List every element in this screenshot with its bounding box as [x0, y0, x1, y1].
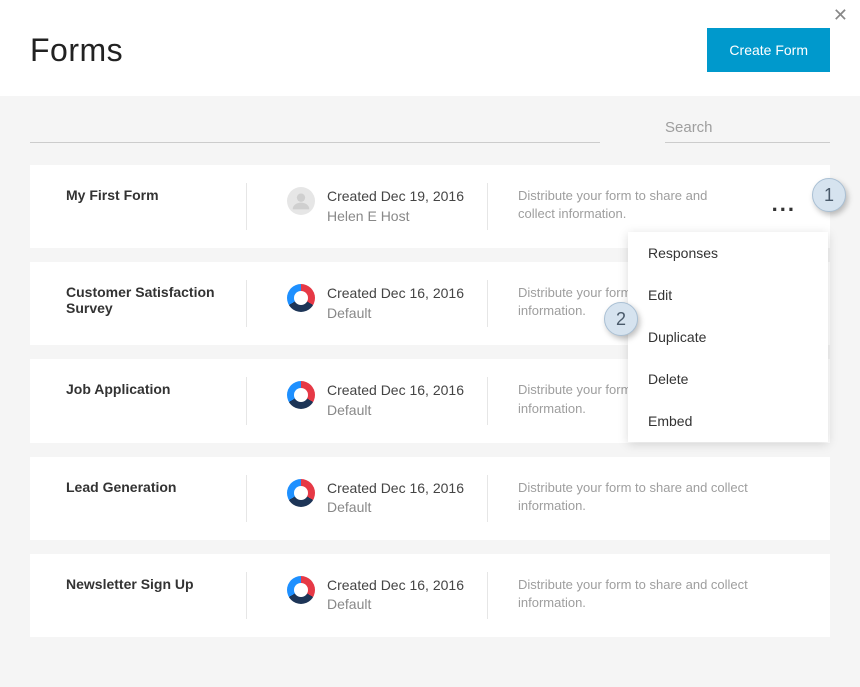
created-date: Created Dec 16, 2016	[327, 284, 464, 304]
author: Default	[327, 304, 464, 324]
menu-embed[interactable]: Embed	[628, 400, 828, 442]
form-meta: Created Dec 19, 2016 Helen E Host	[247, 187, 487, 226]
menu-delete[interactable]: Delete	[628, 358, 828, 400]
created-date: Created Dec 16, 2016	[327, 576, 464, 596]
meta-text: Created Dec 16, 2016 Default	[327, 576, 464, 615]
form-name: My First Form	[66, 187, 246, 203]
author: Default	[327, 595, 464, 615]
form-meta: Created Dec 16, 2016 Default	[247, 284, 487, 323]
table-row[interactable]: Lead Generation Created Dec 16, 2016 Def…	[30, 457, 830, 540]
author: Default	[327, 401, 464, 421]
callout-badge-2: 2	[604, 302, 638, 336]
close-icon[interactable]: ✕	[833, 6, 848, 24]
page-title: Forms	[30, 32, 123, 69]
created-date: Created Dec 16, 2016	[327, 381, 464, 401]
form-name: Newsletter Sign Up	[66, 576, 246, 592]
avatar-default-icon	[287, 381, 315, 409]
avatar-user-icon	[287, 187, 315, 215]
callout-badge-1: 1	[812, 178, 846, 212]
toolbar	[0, 96, 860, 155]
form-description: Distribute your form to share and collec…	[488, 576, 800, 612]
created-date: Created Dec 19, 2016	[327, 187, 464, 207]
form-name: Lead Generation	[66, 479, 246, 495]
row-actions-menu: Responses Edit Duplicate Delete Embed	[628, 232, 828, 442]
menu-responses[interactable]: Responses	[628, 232, 828, 274]
form-meta: Created Dec 16, 2016 Default	[247, 479, 487, 518]
filter-underline[interactable]	[30, 142, 600, 143]
form-name: Job Application	[66, 381, 246, 397]
header: Forms Create Form	[0, 0, 860, 96]
avatar-default-icon	[287, 284, 315, 312]
created-date: Created Dec 16, 2016	[327, 479, 464, 499]
form-meta: Created Dec 16, 2016 Default	[247, 576, 487, 615]
create-form-button[interactable]: Create Form	[707, 28, 830, 72]
meta-text: Created Dec 16, 2016 Default	[327, 284, 464, 323]
author: Helen E Host	[327, 207, 464, 227]
more-actions-button[interactable]: ...	[768, 193, 800, 215]
avatar-default-icon	[287, 576, 315, 604]
meta-text: Created Dec 19, 2016 Helen E Host	[327, 187, 464, 226]
search-wrap[interactable]	[665, 116, 830, 143]
form-description: Distribute your form to share and collec…	[488, 187, 768, 223]
meta-text: Created Dec 16, 2016 Default	[327, 479, 464, 518]
form-description: Distribute your form to share and collec…	[488, 479, 800, 515]
form-name: Customer Satisfaction Survey	[66, 284, 246, 316]
table-row[interactable]: Newsletter Sign Up Created Dec 16, 2016 …	[30, 554, 830, 637]
form-meta: Created Dec 16, 2016 Default	[247, 381, 487, 420]
menu-edit[interactable]: Edit	[628, 274, 828, 316]
avatar-default-icon	[287, 479, 315, 507]
meta-text: Created Dec 16, 2016 Default	[327, 381, 464, 420]
author: Default	[327, 498, 464, 518]
search-input[interactable]	[665, 119, 860, 136]
menu-duplicate[interactable]: Duplicate	[628, 316, 828, 358]
